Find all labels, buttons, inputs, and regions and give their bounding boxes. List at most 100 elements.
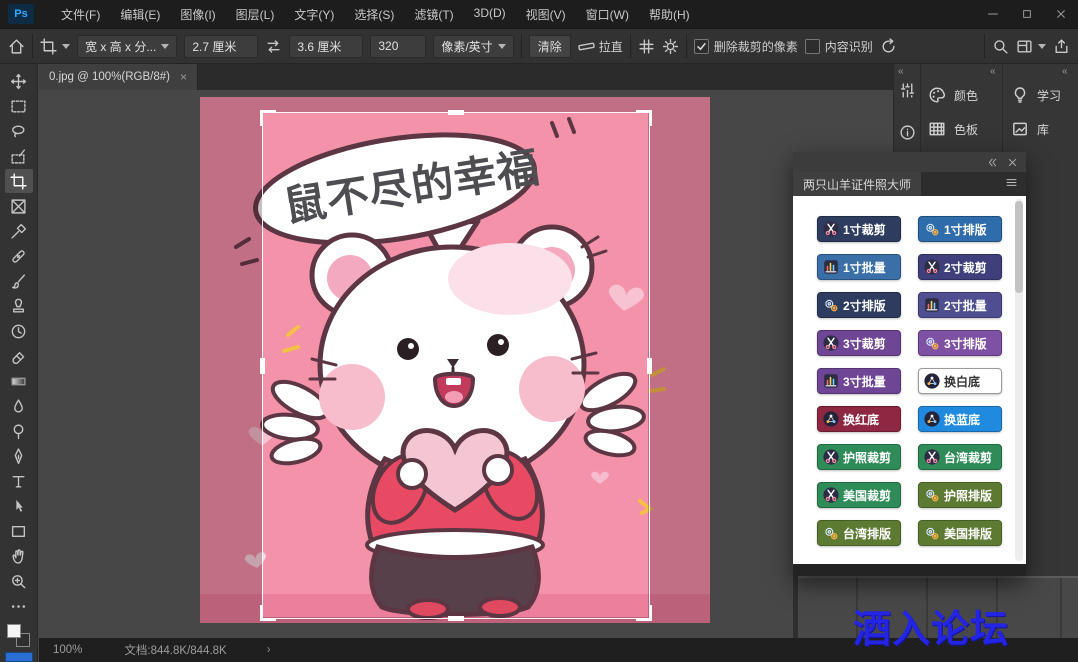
swatches-panel-button[interactable]: 色板: [927, 120, 978, 138]
libraries-panel-button[interactable]: 库: [1010, 120, 1049, 138]
plugin-button[interactable]: 美国排版: [918, 520, 1002, 546]
eyedropper-tool[interactable]: [5, 219, 33, 243]
crop-handle-bottom-left[interactable]: [260, 605, 276, 621]
frame-tool[interactable]: [5, 194, 33, 218]
minimize-button[interactable]: [976, 1, 1010, 27]
rectangle-tool[interactable]: [5, 519, 33, 543]
plugin-button[interactable]: 护照裁剪: [817, 444, 901, 470]
plugin-button[interactable]: 3寸裁剪: [817, 330, 901, 356]
swap-dimensions-icon[interactable]: [265, 38, 282, 55]
info-panel-button[interactable]: [895, 120, 919, 144]
clear-button[interactable]: 清除: [529, 35, 571, 58]
crop-handle-top[interactable]: [448, 110, 464, 115]
plugin-button[interactable]: 换红底: [817, 406, 901, 432]
menu-item-10[interactable]: 帮助(H): [640, 3, 699, 26]
plugin-menu-button[interactable]: [1005, 176, 1018, 192]
plugin-button[interactable]: 1寸批量: [817, 254, 901, 280]
brush-tool[interactable]: [5, 269, 33, 293]
plugin-scrollbar-thumb[interactable]: [1015, 201, 1023, 293]
menu-item-3[interactable]: 图层(L): [227, 3, 284, 26]
crop-settings-gear-icon[interactable]: [662, 38, 679, 55]
zoom-level-field[interactable]: 100%: [53, 644, 82, 656]
history-brush-tool[interactable]: [5, 319, 33, 343]
hand-tool[interactable]: [5, 544, 33, 568]
learn-panel-button[interactable]: 学习: [1010, 86, 1061, 104]
status-options-chevron[interactable]: ›: [267, 644, 271, 656]
menu-item-0[interactable]: 文件(F): [52, 3, 109, 26]
menu-item-8[interactable]: 视图(V): [517, 3, 575, 26]
edit-toolbar-ellipsis-icon[interactable]: [5, 596, 33, 616]
pen-tool[interactable]: [5, 444, 33, 468]
healing-brush-tool[interactable]: [5, 244, 33, 268]
plugin-button[interactable]: 3寸批量: [817, 368, 901, 394]
adjustments-panel-button[interactable]: [895, 78, 919, 102]
plugin-button[interactable]: 美国裁剪: [817, 482, 901, 508]
crop-bounding-box[interactable]: [262, 112, 650, 619]
workspace-switcher[interactable]: [1016, 38, 1046, 55]
plugin-button[interactable]: 护照排版: [918, 482, 1002, 508]
plugin-close-icon[interactable]: [1007, 157, 1018, 168]
zoom-tool[interactable]: [5, 569, 33, 593]
plugin-button[interactable]: 2寸批量: [918, 292, 1002, 318]
straighten-button[interactable]: 拉直: [578, 38, 623, 55]
resolution-unit-select[interactable]: 像素/英寸: [433, 35, 513, 58]
crop-handle-top-right[interactable]: [636, 110, 652, 126]
gradient-tool[interactable]: [5, 369, 33, 393]
menu-item-1[interactable]: 编辑(E): [111, 3, 169, 26]
collapse-panel-icon[interactable]: «: [990, 66, 995, 77]
clone-stamp-tool[interactable]: [5, 294, 33, 318]
document-image[interactable]: 鼠不尽的幸福: [200, 97, 710, 623]
lasso-tool[interactable]: [5, 119, 33, 143]
crop-handle-left[interactable]: [260, 358, 265, 374]
plugin-tab[interactable]: 两只山羊证件照大师: [793, 172, 921, 196]
plugin-button[interactable]: 1寸裁剪: [817, 216, 901, 242]
crop-tool[interactable]: [5, 169, 33, 193]
crop-width-input[interactable]: 2.7 厘米: [184, 35, 258, 58]
collapse-panel-icon[interactable]: «: [1062, 66, 1067, 77]
plugin-button[interactable]: 1寸排版: [918, 216, 1002, 242]
object-selection-tool[interactable]: [5, 144, 33, 168]
overlay-options-icon[interactable]: [638, 38, 655, 55]
color-swatches[interactable]: [6, 623, 32, 645]
plugin-button[interactable]: 2寸裁剪: [918, 254, 1002, 280]
crop-handle-bottom[interactable]: [448, 616, 464, 621]
crop-handle-top-left[interactable]: [260, 110, 276, 126]
plugin-button[interactable]: 换白底: [918, 368, 1002, 394]
type-tool[interactable]: [5, 469, 33, 493]
maximize-button[interactable]: [1010, 1, 1044, 27]
resolution-input[interactable]: 320: [370, 35, 426, 58]
close-button[interactable]: [1044, 1, 1078, 27]
reset-icon[interactable]: [880, 38, 897, 55]
plugin-button[interactable]: 换蓝底: [918, 406, 1002, 432]
delete-cropped-pixels-checkbox[interactable]: 删除裁剪的像素: [694, 38, 798, 55]
eraser-tool[interactable]: [5, 344, 33, 368]
home-icon[interactable]: [8, 38, 25, 55]
marquee-tool[interactable]: [5, 94, 33, 118]
crop-handle-bottom-right[interactable]: [636, 605, 652, 621]
color-panel-button[interactable]: 颜色: [927, 86, 978, 104]
collapse-icon[interactable]: [986, 157, 997, 168]
plugin-button[interactable]: 台湾裁剪: [918, 444, 1002, 470]
path-selection-tool[interactable]: [5, 494, 33, 518]
menu-item-7[interactable]: 3D(D): [465, 3, 515, 26]
crop-ratio-select[interactable]: 宽 x 高 x 分...: [77, 35, 177, 58]
content-aware-checkbox[interactable]: 内容识别: [805, 38, 873, 55]
tool-preset-button[interactable]: [40, 38, 70, 55]
collapse-panel-icon[interactable]: «: [898, 66, 903, 77]
dodge-tool[interactable]: [5, 419, 33, 443]
blur-tool[interactable]: [5, 394, 33, 418]
menu-item-6[interactable]: 滤镜(T): [405, 3, 462, 26]
search-icon[interactable]: [992, 38, 1009, 55]
tab-close-icon[interactable]: ×: [180, 70, 187, 84]
share-icon[interactable]: [1053, 38, 1070, 55]
crop-handle-right[interactable]: [647, 358, 652, 374]
menu-item-9[interactable]: 窗口(W): [577, 3, 638, 26]
crop-height-input[interactable]: 3.6 厘米: [289, 35, 363, 58]
plugin-button[interactable]: 3寸排版: [918, 330, 1002, 356]
menu-item-2[interactable]: 图像(I): [171, 3, 224, 26]
menu-item-5[interactable]: 选择(S): [345, 3, 403, 26]
foreground-color-swatch[interactable]: [7, 624, 21, 638]
plugin-button[interactable]: 台湾排版: [817, 520, 901, 546]
menu-item-4[interactable]: 文字(Y): [285, 3, 343, 26]
document-tab[interactable]: 0.jpg @ 100%(RGB/8#) ×: [39, 64, 198, 90]
